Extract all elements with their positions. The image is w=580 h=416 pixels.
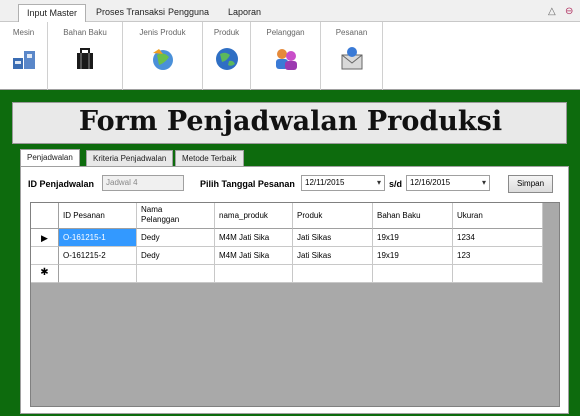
col-header-bahan-baku[interactable]: Bahan Baku: [373, 203, 453, 229]
minimize-icon[interactable]: ⊖: [565, 6, 573, 17]
date-to-picker[interactable]: 12/16/2015 ▾: [406, 175, 490, 191]
cell-bahan-baku[interactable]: 19x19: [373, 229, 453, 247]
form-title: Form Penjadwalan Produksi: [78, 106, 503, 137]
tab-penjadwalan[interactable]: Penjadwalan: [20, 149, 80, 167]
cell-nama-produk[interactable]: M4M Jati Sika: [215, 229, 293, 247]
chevron-down-icon[interactable]: ▾: [482, 178, 486, 187]
pelanggan-label: Pelanggan: [266, 28, 305, 37]
cell-id-pesanan[interactable]: O-161215-1: [59, 229, 137, 247]
cell-empty[interactable]: [215, 265, 293, 283]
simpan-button[interactable]: Simpan: [508, 175, 553, 193]
col-header-ukuran[interactable]: Ukuran: [453, 203, 543, 229]
grid-corner: [31, 203, 59, 229]
row-header: [31, 247, 59, 265]
current-row-indicator-icon: ▶: [31, 229, 59, 247]
pesanan-grid[interactable]: ID Pesanan Nama Pelanggan nama_produk Pr…: [30, 202, 560, 407]
cell-empty[interactable]: [59, 265, 137, 283]
grid-header-row: ID Pesanan Nama Pelanggan nama_produk Pr…: [31, 203, 543, 229]
cell-ukuran[interactable]: 1234: [453, 229, 543, 247]
tab-metode-terbaik[interactable]: Metode Terbaik: [175, 150, 244, 167]
tab-kriteria-penjadwalan[interactable]: Kriteria Penjadwalan: [86, 150, 174, 167]
cell-id-pesanan[interactable]: O-161215-2: [59, 247, 137, 265]
ribbon-tab-bar: Input Master Proses Transaksi Pengguna L…: [0, 0, 580, 23]
machine-icon: [12, 51, 35, 69]
tab-laporan[interactable]: Laporan: [220, 4, 269, 22]
cell-empty[interactable]: [373, 265, 453, 283]
jenis-produk-label: Jenis Produk: [139, 28, 186, 37]
pesanan-label: Pesanan: [335, 28, 368, 37]
bahan-baku-button[interactable]: Bahan Baku: [48, 22, 123, 90]
jenis-produk-button[interactable]: Jenis Produk: [123, 22, 203, 90]
pesanan-button[interactable]: Pesanan: [321, 22, 383, 90]
date-to-value: 12/16/2015: [410, 178, 451, 187]
cell-empty[interactable]: [453, 265, 543, 283]
id-penjadwalan-label: ID Penjadwalan: [28, 179, 95, 189]
pelanggan-button[interactable]: Pelanggan: [251, 22, 321, 90]
cell-nama-produk[interactable]: M4M Jati Sika: [215, 247, 293, 265]
pilih-tanggal-label: Pilih Tanggal Pesanan: [200, 179, 295, 189]
cell-nama-pelanggan[interactable]: Dedy: [137, 247, 215, 265]
new-row-asterisk-icon: ✱: [31, 265, 59, 283]
cell-empty[interactable]: [293, 265, 373, 283]
date-from-picker[interactable]: 12/11/2015 ▾: [301, 175, 385, 191]
produk-button[interactable]: Produk: [203, 22, 251, 90]
cell-produk[interactable]: Jati Sikas: [293, 247, 373, 265]
sd-label: s/d: [389, 179, 403, 189]
col-header-nama-pelanggan[interactable]: Nama Pelanggan: [137, 203, 215, 229]
tab-pengguna[interactable]: Pengguna: [160, 4, 217, 22]
cell-bahan-baku[interactable]: 19x19: [373, 247, 453, 265]
chevron-down-icon[interactable]: ▾: [377, 178, 381, 187]
material-box-icon: [77, 48, 93, 69]
new-row[interactable]: ✱: [31, 265, 543, 283]
cell-ukuran[interactable]: 123: [453, 247, 543, 265]
ribbon-panel: Mesin Bahan Baku Jenis Produk Produk Pel…: [0, 22, 580, 90]
ribbon-collapse-icon[interactable]: △: [548, 6, 556, 17]
mesin-label: Mesin: [12, 28, 35, 37]
cell-produk[interactable]: Jati Sikas: [293, 229, 373, 247]
order-mail-icon: [341, 47, 362, 70]
date-from-value: 12/11/2015: [305, 178, 345, 187]
bahan-baku-label: Bahan Baku: [63, 28, 107, 37]
col-header-nama-produk[interactable]: nama_produk: [215, 203, 293, 229]
title-panel: Form Penjadwalan Produksi: [12, 102, 567, 144]
table-row[interactable]: ▶ O-161215-1 Dedy M4M Jati Sika Jati Sik…: [31, 229, 543, 247]
produk-label: Produk: [213, 28, 240, 37]
cell-nama-pelanggan[interactable]: Dedy: [137, 229, 215, 247]
col-header-produk[interactable]: Produk: [293, 203, 373, 229]
customers-icon: [275, 49, 297, 70]
mesin-button[interactable]: Mesin: [0, 22, 48, 90]
cell-empty[interactable]: [137, 265, 215, 283]
id-penjadwalan-field[interactable]: Jadwal 4: [102, 175, 184, 191]
product-type-icon: [152, 49, 173, 70]
col-header-id-pesanan[interactable]: ID Pesanan: [59, 203, 137, 229]
tab-input-master[interactable]: Input Master: [18, 4, 87, 23]
table-row[interactable]: O-161215-2 Dedy M4M Jati Sika Jati Sikas…: [31, 247, 543, 265]
product-globe-icon: [215, 48, 238, 70]
